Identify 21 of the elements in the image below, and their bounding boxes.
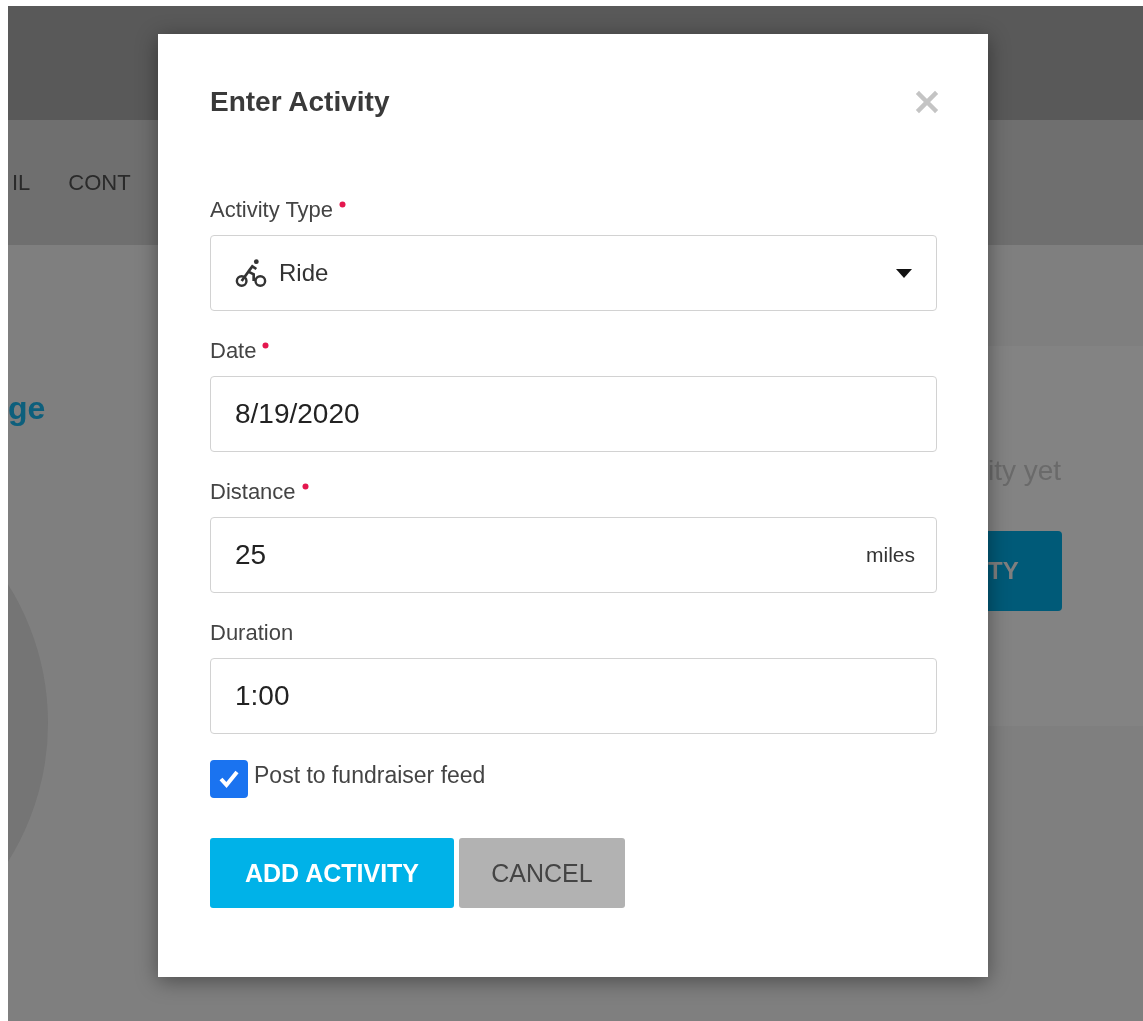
dialog-title: Enter Activity (210, 86, 390, 118)
input-field[interactable]: 1:00 (210, 658, 937, 734)
input-field[interactable]: 8/19/2020 (210, 376, 937, 452)
required-asterisk-icon (262, 342, 270, 349)
required-asterisk-icon (301, 483, 309, 490)
add-activity-button[interactable]: ADD ACTIVITY (210, 838, 454, 908)
nav-link[interactable]: CONT (68, 169, 131, 196)
cyclist-icon (235, 257, 267, 289)
required-asterisk-icon (339, 201, 347, 208)
field-label: Activity Type (210, 196, 334, 224)
cancel-button[interactable]: CANCEL (459, 838, 625, 908)
caret-icon (896, 268, 912, 278)
field-label: Duration (210, 619, 294, 647)
activity-type-select[interactable]: Ride (210, 235, 937, 311)
page-heading: ge (8, 389, 47, 428)
checkbox-label: Post to fundraiser feed (254, 761, 486, 789)
nav-link[interactable]: IL (12, 169, 31, 196)
field-label: Distance (210, 478, 296, 506)
checkbox[interactable] (210, 760, 248, 798)
unit-label: miles (866, 543, 915, 567)
field-label: Date (210, 337, 257, 365)
